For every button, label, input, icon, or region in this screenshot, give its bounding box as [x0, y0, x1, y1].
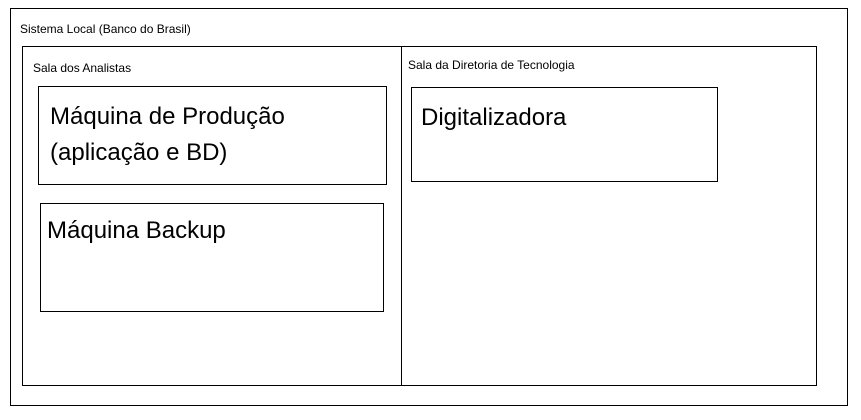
scanner-label: Digitalizadora: [421, 104, 567, 131]
tech-directorate-room-label: Sala da Diretoria de Tecnologia: [408, 58, 575, 72]
production-machine-label-line1: Máquina de Produção: [50, 103, 285, 130]
production-machine-label: Máquina de Produção (aplicação e BD): [50, 99, 380, 171]
production-machine-label-line2: (aplicação e BD): [50, 139, 228, 166]
analysts-room-label: Sala dos Analistas: [33, 61, 132, 75]
local-system-label: Sistema Local (Banco do Brasil): [20, 22, 191, 36]
backup-machine-label: Máquina Backup: [47, 217, 226, 244]
